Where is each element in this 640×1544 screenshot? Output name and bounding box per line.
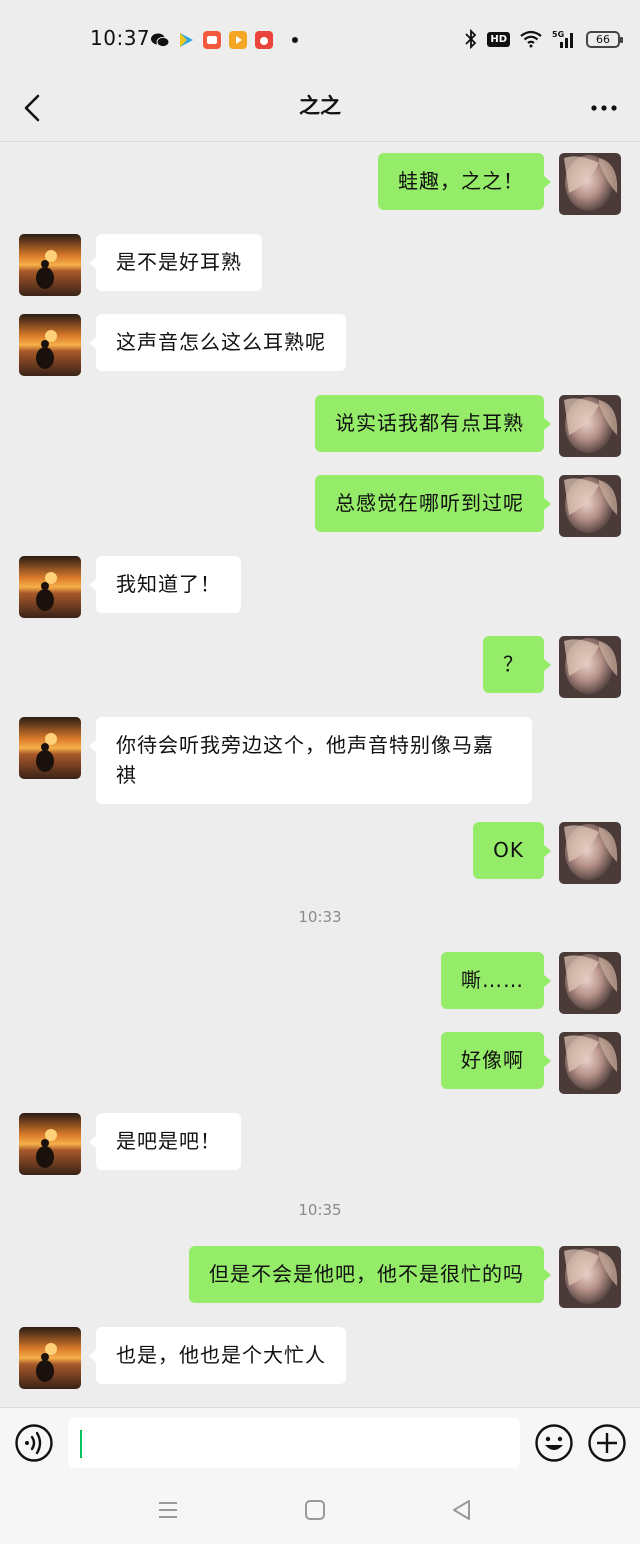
my-avatar[interactable]: [559, 952, 621, 1014]
chat-header: 之之: [0, 80, 640, 142]
message-text: 我知道了！: [116, 572, 221, 596]
message-text: 说实话我都有点耳熟: [335, 411, 524, 435]
input-bar: [0, 1407, 640, 1477]
incoming-bubble[interactable]: 你待会听我旁边这个，他声音特别像马嘉祺: [89, 717, 532, 804]
outgoing-bubble[interactable]: 总感觉在哪听到过呢: [315, 475, 551, 532]
home-square-icon[interactable]: [302, 1497, 328, 1523]
timestamp: 10:35: [298, 1201, 342, 1219]
message-text: 嘶……: [461, 968, 524, 992]
my-avatar[interactable]: [559, 1246, 621, 1308]
my-avatar[interactable]: [559, 475, 621, 537]
shopping-app-icon: [203, 31, 221, 49]
my-avatar[interactable]: [559, 636, 621, 698]
incoming-bubble[interactable]: 也是，他也是个大忙人: [89, 1327, 346, 1384]
outgoing-bubble[interactable]: OK: [473, 822, 551, 879]
outgoing-bubble[interactable]: 说实话我都有点耳熟: [315, 395, 551, 452]
more-dots-icon[interactable]: [584, 86, 624, 130]
status-indicators: HD 5G 66: [465, 29, 623, 49]
message-text: 也是，他也是个大忙人: [116, 1343, 326, 1367]
my-avatar[interactable]: [559, 1032, 621, 1094]
message-text: OK: [493, 838, 524, 862]
message-text: 总感觉在哪听到过呢: [335, 491, 524, 515]
message-text: 你待会听我旁边这个，他声音特别像马嘉祺: [116, 733, 494, 787]
message-text: 好像啊: [461, 1048, 524, 1072]
incoming-bubble[interactable]: 是吧是吧！: [89, 1113, 241, 1170]
contact-avatar[interactable]: [19, 234, 81, 296]
message-text: 但是不会是他吧，他不是很忙的吗: [209, 1262, 524, 1286]
menu-lines-icon[interactable]: [155, 1497, 181, 1523]
message-input[interactable]: [68, 1418, 520, 1468]
incoming-bubble[interactable]: 是不是好耳熟: [89, 234, 262, 291]
notification-icons: [150, 30, 298, 50]
svg-text:5G: 5G: [552, 30, 564, 39]
contact-avatar[interactable]: [19, 314, 81, 376]
my-avatar[interactable]: [559, 395, 621, 457]
outgoing-bubble[interactable]: ？: [483, 636, 551, 693]
timestamp: 10:33: [298, 908, 342, 926]
wifi-icon: [520, 30, 542, 48]
message-text: 这声音怎么这么耳熟呢: [116, 330, 326, 354]
battery-icon: 66: [586, 30, 623, 48]
contact-avatar[interactable]: [19, 717, 81, 779]
game-app-icon: [255, 31, 273, 49]
emoji-icon[interactable]: [534, 1423, 574, 1463]
outgoing-bubble[interactable]: 但是不会是他吧，他不是很忙的吗: [189, 1246, 551, 1303]
my-avatar[interactable]: [559, 822, 621, 884]
incoming-bubble[interactable]: 我知道了！: [89, 556, 241, 613]
incoming-bubble[interactable]: 这声音怎么这么耳熟呢: [89, 314, 346, 371]
signal-5g-icon: 5G: [552, 30, 573, 48]
player-app-icon: [229, 31, 247, 49]
plus-icon[interactable]: [587, 1423, 627, 1463]
bluetooth-icon: [465, 29, 477, 49]
outgoing-bubble[interactable]: 蛙趣，之之！: [378, 153, 551, 210]
contact-avatar[interactable]: [19, 1113, 81, 1175]
contact-avatar[interactable]: [19, 1327, 81, 1389]
text-caret: [80, 1430, 82, 1458]
outgoing-bubble[interactable]: 嘶……: [441, 952, 551, 1009]
message-text: 是吧是吧！: [116, 1129, 221, 1153]
voice-icon[interactable]: [14, 1423, 54, 1463]
outgoing-bubble[interactable]: 好像啊: [441, 1032, 551, 1089]
status-time: 10:37: [90, 26, 151, 50]
back-triangle-icon[interactable]: [449, 1497, 475, 1523]
wechat-icon: [151, 33, 170, 48]
message-text: 蛙趣，之之！: [398, 169, 524, 193]
message-text: ？: [503, 652, 524, 676]
my-avatar[interactable]: [559, 153, 621, 215]
contact-avatar[interactable]: [19, 556, 81, 618]
system-navigation-bar: [0, 1477, 640, 1544]
message-text: 是不是好耳熟: [116, 250, 242, 274]
video-app-icon: [180, 33, 193, 47]
more-notifications-dot: [292, 37, 298, 43]
status-bar: 10:37 HD 5G 66: [0, 0, 640, 80]
chat-title: 之之: [299, 94, 341, 118]
hd-icon: HD: [487, 31, 510, 47]
